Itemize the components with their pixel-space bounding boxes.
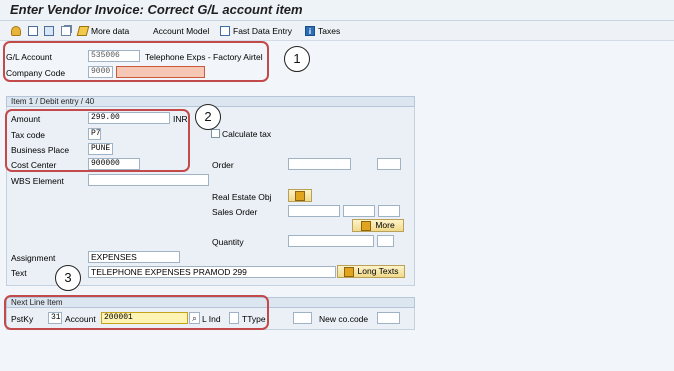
real-estate-button[interactable]	[288, 189, 312, 202]
assignment-label: Assignment	[11, 253, 56, 263]
ttype-field[interactable]	[293, 312, 312, 324]
fast-entry-icon	[220, 26, 230, 36]
sales-order-field[interactable]	[288, 205, 340, 217]
fast-data-entry-button[interactable]: Fast Data Entry	[220, 25, 292, 37]
sales-order-item-field[interactable]	[343, 205, 375, 217]
sales-order-label: Sales Order	[212, 207, 258, 217]
long-texts-button[interactable]: Long Texts	[337, 265, 405, 278]
calculate-tax-label: Calculate tax	[222, 129, 272, 139]
doc-icon[interactable]	[44, 25, 54, 37]
more-button-label: More	[375, 220, 395, 230]
pencil-icon	[76, 26, 90, 36]
calculate-tax-checkbox[interactable]	[211, 129, 220, 138]
more-icon	[361, 220, 372, 231]
window-title: Enter Vendor Invoice: Correct G/L accoun…	[10, 2, 303, 17]
expand-icon	[295, 190, 305, 201]
annotation-marker-3: 3	[55, 265, 81, 291]
long-texts-icon	[343, 266, 354, 277]
annotation-box-1	[3, 41, 269, 82]
text-field[interactable]: TELEPHONE EXPENSES PRAMOD 299	[88, 266, 336, 278]
annotation-box-3	[4, 295, 269, 330]
order-extra-field[interactable]	[377, 158, 401, 170]
annotation-box-2	[5, 109, 190, 172]
info-icon: i	[305, 26, 315, 36]
wbs-element-field[interactable]	[88, 174, 209, 186]
long-texts-label: Long Texts	[357, 266, 399, 276]
quantity-field[interactable]	[288, 235, 374, 247]
real-estate-label: Real Estate Obj	[212, 192, 272, 202]
more-data-button[interactable]: More data	[76, 25, 130, 37]
quantity-unit-field[interactable]	[377, 235, 394, 247]
new-co-code-label: New co.code	[319, 314, 369, 324]
fast-data-entry-label: Fast Data Entry	[233, 26, 293, 36]
sales-order-schedule-field[interactable]	[378, 205, 400, 217]
assignment-field[interactable]: EXPENSES	[88, 251, 180, 263]
wbs-element-label: WBS Element	[11, 176, 64, 186]
copy-icon[interactable]	[61, 25, 71, 37]
order-label: Order	[212, 160, 234, 170]
more-data-label: More data	[91, 26, 130, 36]
new-co-code-field[interactable]	[377, 312, 400, 324]
text-label: Text	[11, 268, 27, 278]
more-button[interactable]: More	[352, 219, 404, 232]
quantity-label: Quantity	[212, 237, 244, 247]
taxes-label: Taxes	[318, 26, 341, 36]
new-doc-icon[interactable]	[28, 25, 38, 37]
order-field[interactable]	[288, 158, 351, 170]
account-model-label: Account Model	[153, 26, 210, 36]
account-model-button[interactable]: Account Model	[153, 25, 209, 37]
annotation-marker-2: 2	[195, 104, 221, 130]
annotation-marker-1: 1	[284, 46, 310, 72]
taxes-button[interactable]: i Taxes	[305, 25, 340, 37]
person-icon[interactable]	[11, 25, 21, 37]
